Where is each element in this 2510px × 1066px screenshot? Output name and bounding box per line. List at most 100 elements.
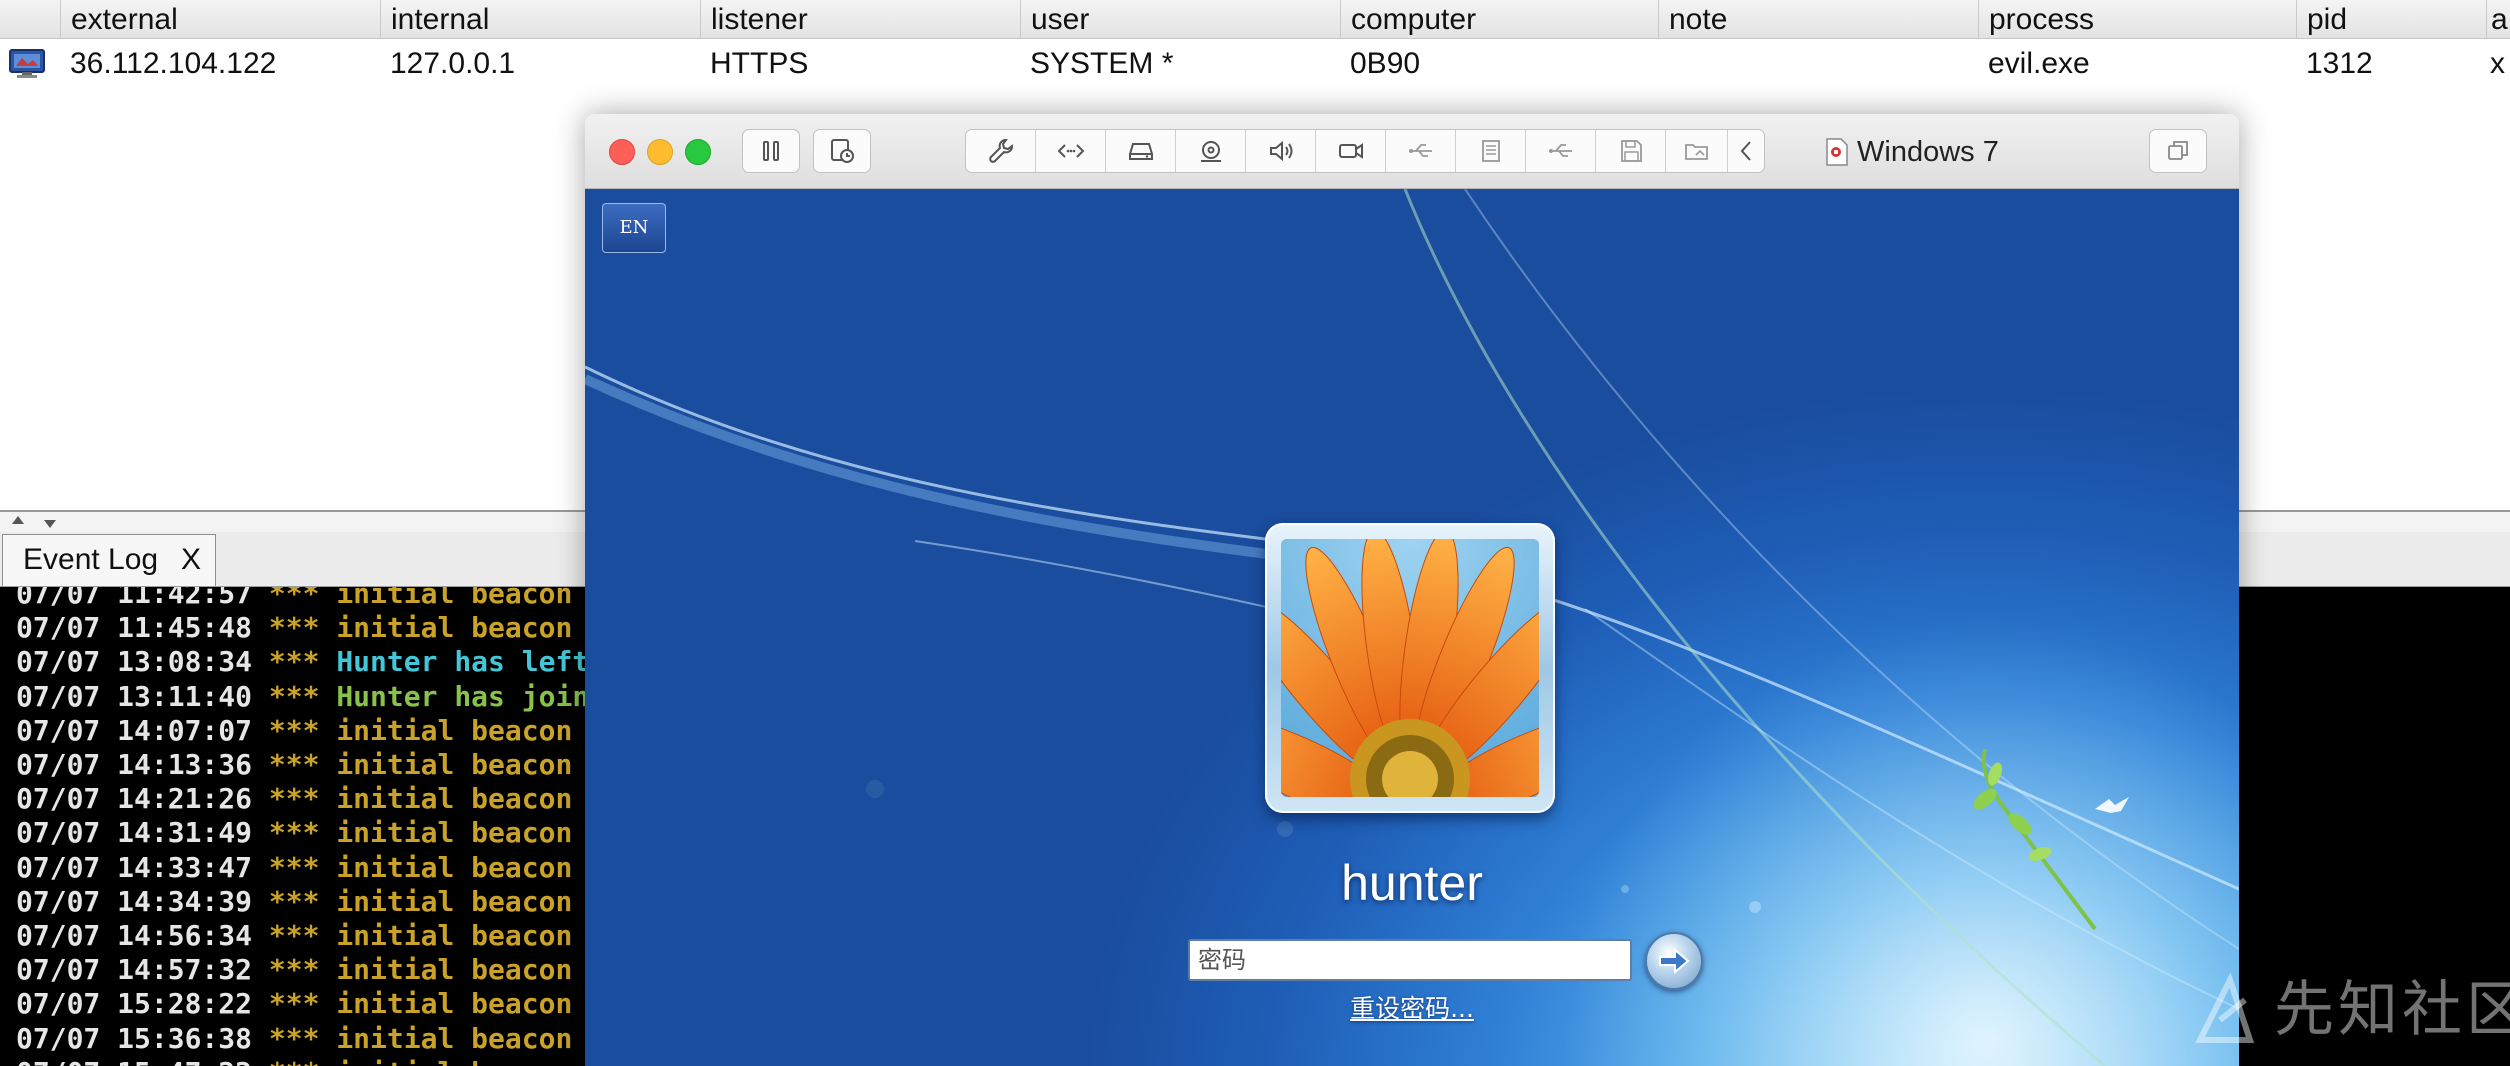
window-close-button[interactable] bbox=[609, 139, 635, 165]
beacon-table-header: external internal listener user computer… bbox=[0, 0, 2510, 39]
disc-icon[interactable] bbox=[1176, 130, 1246, 172]
vm-titlebar[interactable]: Windows 7 bbox=[585, 114, 2239, 189]
log-timestamp: 07/07 14:13:36 bbox=[16, 748, 253, 781]
log-stars: *** bbox=[268, 782, 320, 816]
vm-screen[interactable]: EN hunter 重设密码... bbox=[585, 189, 2239, 1066]
log-message: initial beacon fr bbox=[336, 987, 623, 1021]
log-line: 07/07 14:57:32 *** initial beacon fr bbox=[16, 953, 623, 987]
log-message: initial beacon fr bbox=[336, 782, 623, 816]
log-stars: *** bbox=[269, 1056, 320, 1066]
cell-listener: HTTPS bbox=[710, 47, 809, 80]
log-message: initial beacon fr bbox=[336, 748, 623, 781]
log-message: initial beacon fr bbox=[336, 1056, 623, 1066]
window-zoom-button[interactable] bbox=[685, 139, 711, 165]
camera-icon[interactable] bbox=[1316, 130, 1386, 172]
window-minimize-button[interactable] bbox=[647, 139, 673, 165]
log-stars: *** bbox=[268, 884, 320, 918]
speaker-icon[interactable] bbox=[1246, 130, 1316, 172]
usb2-icon[interactable] bbox=[1526, 130, 1596, 172]
column-user[interactable]: user bbox=[1020, 0, 1340, 38]
pause-button[interactable] bbox=[742, 129, 800, 173]
flower-picture-icon bbox=[1281, 539, 1539, 797]
vm-window: Windows 7 EN hunter 重设密码... bbox=[585, 114, 2239, 1066]
cell-pid: 1312 bbox=[2306, 47, 2373, 80]
log-message: initial beacon fr bbox=[336, 587, 623, 610]
code-icon[interactable] bbox=[1036, 130, 1106, 172]
vm-document-icon bbox=[1826, 138, 1848, 166]
restore-window-button[interactable] bbox=[2149, 129, 2207, 173]
log-message: initial beacon fr bbox=[336, 1021, 623, 1055]
device-toolbar bbox=[965, 129, 1765, 173]
column-computer[interactable]: computer bbox=[1340, 0, 1658, 38]
log-timestamp: 07/07 14:07:07 bbox=[16, 713, 253, 747]
log-line: 07/07 11:42:57 *** initial beacon fr bbox=[16, 587, 623, 611]
log-line: 07/07 14:21:26 *** initial beacon fr bbox=[16, 782, 623, 816]
cell-internal: 127.0.0.1 bbox=[390, 47, 516, 80]
column-external[interactable]: external bbox=[60, 0, 380, 38]
log-line: 07/07 13:08:34 *** Hunter has left. bbox=[16, 645, 606, 679]
log-message: initial beacon fr bbox=[336, 884, 623, 918]
drive-icon[interactable] bbox=[1106, 130, 1176, 172]
log-stars: *** bbox=[268, 748, 320, 781]
log-line: 07/07 14:33:47 *** initial beacon fr bbox=[16, 851, 623, 885]
shared-folder-icon[interactable] bbox=[1666, 130, 1728, 172]
collapse-down-icon[interactable] bbox=[44, 520, 56, 528]
language-indicator[interactable]: EN bbox=[602, 203, 666, 253]
log-line: 07/07 14:07:07 *** initial beacon fr bbox=[16, 714, 623, 748]
log-message: initial beacon fr bbox=[336, 713, 623, 747]
cell-external: 36.112.104.122 bbox=[70, 47, 277, 80]
column-process[interactable]: process bbox=[1978, 0, 2296, 38]
log-timestamp: 07/07 14:57:32 bbox=[16, 953, 253, 987]
log-timestamp: 07/07 15:28:22 bbox=[16, 987, 253, 1021]
login-submit-button[interactable] bbox=[1645, 932, 1703, 990]
log-timestamp: 07/07 14:56:34 bbox=[16, 919, 253, 952]
log-stars: *** bbox=[268, 713, 320, 747]
log-timestamp: 07/07 14:21:26 bbox=[16, 782, 253, 816]
log-timestamp: 07/07 14:33:47 bbox=[16, 850, 253, 884]
column-arch[interactable]: a bbox=[2486, 0, 2510, 38]
chevron-left-icon[interactable] bbox=[1728, 130, 1764, 172]
log-line: 07/07 11:45:48 *** initial beacon fr bbox=[16, 611, 623, 645]
column-pid[interactable]: pid bbox=[2296, 0, 2486, 38]
log-message: Hunter has left. bbox=[336, 645, 607, 679]
arrow-right-icon bbox=[1659, 947, 1690, 975]
column-listener[interactable]: listener bbox=[700, 0, 1020, 38]
login-username: hunter bbox=[1341, 855, 1483, 911]
snapshot-icon bbox=[814, 130, 870, 172]
password-field[interactable] bbox=[1188, 939, 1632, 981]
cell-computer: 0B90 bbox=[1350, 47, 1421, 80]
column-note[interactable]: note bbox=[1658, 0, 1978, 38]
reset-password-link[interactable]: 重设密码... bbox=[585, 989, 2239, 1025]
log-timestamp: 07/07 15:36:38 bbox=[16, 1021, 253, 1055]
log-stars: *** bbox=[268, 816, 320, 850]
log-line: 07/07 15:47:22 *** initial beacon fr bbox=[16, 1056, 623, 1066]
tab-event-log[interactable]: Event Log X bbox=[2, 534, 216, 586]
log-message: initial beacon fr bbox=[336, 611, 623, 645]
collapse-up-icon[interactable] bbox=[12, 516, 24, 524]
log-message: Hunter has joinec bbox=[336, 679, 623, 713]
log-line: 07/07 14:34:39 *** initial beacon fr bbox=[16, 885, 623, 919]
watermark-text: 先知社区 bbox=[2274, 975, 2510, 1045]
table-row[interactable]: 36.112.104.122 127.0.0.1 HTTPS SYSTEM * … bbox=[0, 40, 2510, 86]
log-stars: *** bbox=[268, 587, 320, 610]
usb-icon[interactable] bbox=[1386, 130, 1456, 172]
pause-icon bbox=[743, 130, 799, 172]
printer-icon[interactable] bbox=[1456, 130, 1526, 172]
log-timestamp: 07/07 11:42:57 bbox=[16, 587, 253, 610]
log-timestamp: 07/07 13:11:40 bbox=[16, 679, 253, 713]
column-internal[interactable]: internal bbox=[380, 0, 700, 38]
tab-close-button[interactable]: X bbox=[181, 535, 201, 585]
log-message: initial beacon fr bbox=[336, 919, 623, 952]
log-stars: *** bbox=[268, 645, 320, 679]
floppy-icon[interactable] bbox=[1596, 130, 1666, 172]
log-message: initial beacon fr bbox=[336, 850, 623, 884]
cell-note bbox=[1658, 40, 1978, 86]
restore-window-icon bbox=[2150, 130, 2206, 172]
wrench-icon[interactable] bbox=[966, 130, 1036, 172]
log-line: 07/07 15:28:22 *** initial beacon fr bbox=[16, 987, 623, 1021]
log-stars: *** bbox=[268, 850, 320, 884]
cell-arch: x bbox=[2490, 47, 2505, 80]
watermark-logo-icon bbox=[2195, 972, 2255, 1043]
snapshot-button[interactable] bbox=[813, 129, 871, 173]
log-line: 07/07 15:36:38 *** initial beacon fr bbox=[16, 1022, 623, 1056]
